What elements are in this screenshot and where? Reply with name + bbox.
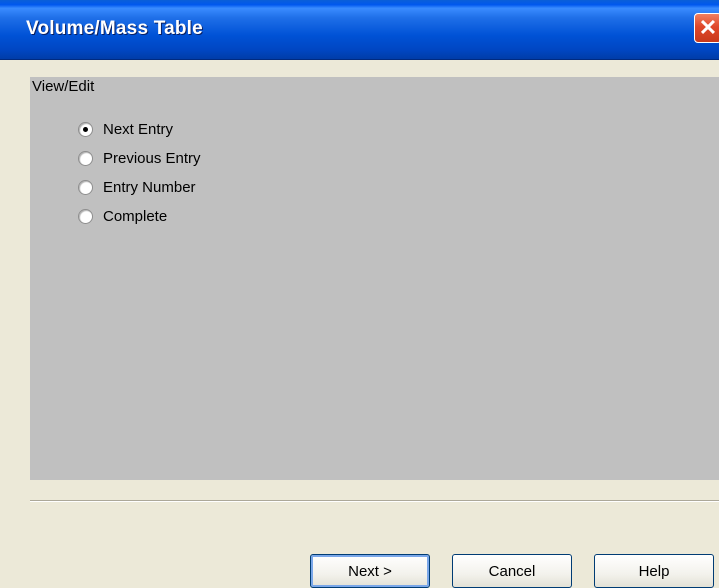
radio-entry-number[interactable]: Entry Number (78, 176, 196, 198)
radio-label: Complete (103, 207, 168, 225)
dialog-window: Volume/Mass Table ✕ View/Edit Next Entry… (0, 0, 719, 588)
radio-button[interactable] (78, 150, 93, 166)
radio-label: Entry Number (103, 178, 196, 196)
radio-button[interactable] (78, 208, 93, 224)
help-button[interactable]: Help (594, 554, 714, 588)
radio-next-entry[interactable]: Next Entry (78, 118, 173, 140)
group-label: View/Edit (32, 78, 95, 95)
help-button-label: Help (638, 562, 670, 580)
cancel-button-label: Cancel (488, 562, 536, 580)
title-bar[interactable]: Volume/Mass Table ✕ (0, 0, 719, 60)
radio-previous-entry[interactable]: Previous Entry (78, 147, 201, 169)
next-button-label: Next > (348, 562, 392, 580)
next-button[interactable]: Next > (310, 554, 430, 588)
close-icon: ✕ (698, 15, 718, 40)
cancel-button[interactable]: Cancel (452, 554, 572, 588)
radio-label: Previous Entry (103, 149, 201, 167)
window-title: Volume/Mass Table (26, 18, 203, 39)
radio-button[interactable] (78, 179, 93, 195)
close-button[interactable]: ✕ (694, 13, 719, 43)
separator (30, 500, 719, 502)
radio-button[interactable] (78, 121, 93, 137)
radio-label: Next Entry (103, 120, 174, 138)
radio-complete[interactable]: Complete (78, 205, 167, 227)
